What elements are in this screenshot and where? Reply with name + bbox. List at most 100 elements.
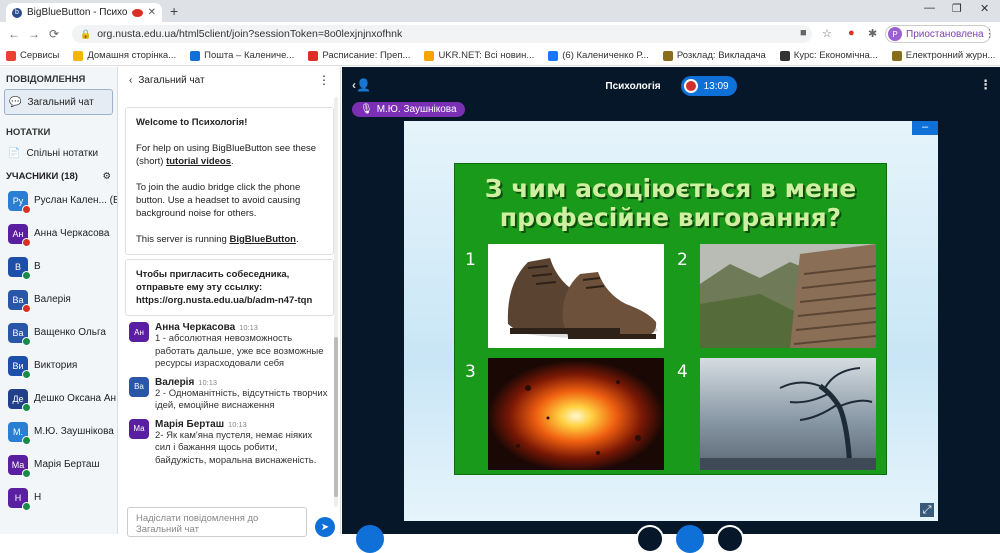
bookmark-item[interactable]: Електронний журн... <box>891 50 995 61</box>
bookmark-favicon-icon <box>73 50 84 61</box>
user-list-item[interactable]: Де Дешко Оксана Ан... <box>0 382 117 415</box>
chat-message: Ан Анна Черкасова 10:13 1 - абсолютная нево… <box>119 316 340 371</box>
forward-icon[interactable]: → <box>24 27 44 41</box>
chat-message-input[interactable]: Надіслати повідомлення до Загальний чат <box>127 507 307 537</box>
public-chat-label: Загальний чат <box>27 96 94 108</box>
invite-text: Чтобы пригласить собеседника, отправьте … <box>136 269 290 293</box>
bookmark-item[interactable]: Пошта – Каленичe... <box>190 50 294 61</box>
audio-status-icon <box>22 501 31 511</box>
user-name: Н <box>34 492 42 503</box>
users-count: УЧАСНИКИ (18) <box>6 171 78 182</box>
user-name: В <box>34 261 41 272</box>
bookmark-item[interactable]: (6) Калениченко Р... <box>548 50 649 61</box>
user-initials: Ру <box>12 195 24 206</box>
slide-title-line2: професійне вигорання? <box>499 203 842 232</box>
chat-title[interactable]: Загальний чат <box>138 75 204 86</box>
chat-scrollbar[interactable] <box>334 97 338 507</box>
welcome-message: Welcome to Психологія! For help on using… <box>125 107 334 255</box>
hide-chat-chevron-icon[interactable]: ‹ <box>129 75 132 86</box>
bookmark-label: (6) Калениченко Р... <box>562 50 649 61</box>
back-icon[interactable]: ← <box>4 27 24 41</box>
user-list-item[interactable]: Ви Виктория <box>0 349 117 382</box>
user-name: Ващенко Ольга <box>34 327 106 338</box>
bookmark-item[interactable]: Сервисы <box>6 50 59 61</box>
bookmark-item[interactable]: Расписание: Преп... <box>308 50 410 61</box>
audio-button[interactable] <box>676 525 704 553</box>
user-list-item[interactable]: Ма Марія Берташ <box>0 448 117 481</box>
invite-message: Чтобы пригласить собеседника, отправьте … <box>125 259 334 316</box>
minimize-window-button[interactable]: — <box>924 2 935 14</box>
user-list-item[interactable]: Ру Руслан Кален... (Ви) <box>0 184 117 217</box>
bookmarks-bar: Сервисы Домашня сторінка... Пошта – Калени… <box>0 46 1000 66</box>
message-avatar: Ва <box>129 376 149 397</box>
message-avatar: Ма <box>129 418 149 439</box>
actions-button[interactable] <box>356 525 384 553</box>
audio-status-icon <box>22 204 31 214</box>
bookmark-item[interactable]: UKR.NET: Всі новин... <box>424 50 534 61</box>
shared-notes-label: Спільні нотатки <box>26 148 99 159</box>
user-initials: В <box>14 261 21 272</box>
fullscreen-icon[interactable]: ⤢ <box>920 503 934 517</box>
chat-message: Ма Марія Берташ 10:13 2- Як кам'яна пустеля… <box>119 413 340 468</box>
bookmark-item[interactable]: Курс: Економічна... <box>779 50 878 61</box>
messages-section-header: ПОВІДОМЛЕННЯ <box>6 74 86 85</box>
slide-title-line1: З чим асоціюється в мене <box>484 174 857 203</box>
presentation-slide-container: – З чим асоціюється в мене професійне ви… <box>404 121 938 521</box>
user-list-item[interactable]: ВВ <box>0 250 117 283</box>
profile-button[interactable]: P Приостановлена <box>885 25 991 43</box>
minimize-presentation-button[interactable]: – <box>912 121 938 135</box>
public-chat-item[interactable]: 💬 Загальний чат <box>4 89 113 115</box>
audio-status-icon <box>22 237 31 247</box>
reload-icon[interactable]: ⟳ <box>44 27 64 41</box>
message-text: 2 - Одноманітність, відсутність творчих … <box>155 387 328 412</box>
options-menu-icon[interactable]: ⋮ <box>979 77 992 93</box>
send-message-button[interactable]: ➤ <box>315 517 335 537</box>
bookmark-favicon-icon <box>424 50 435 61</box>
new-tab-button[interactable]: + <box>170 3 178 19</box>
invite-link[interactable]: https://org.nusta.edu.ua/b/adm-n47-tqn <box>136 294 323 307</box>
user-list-item[interactable]: Ан Анна Черкасова <box>0 217 117 250</box>
audio-status-icon <box>22 369 31 379</box>
shared-notes-item[interactable]: 📄 Спільні нотатки <box>0 142 117 165</box>
toggle-userlist-icon[interactable]: ‹👤 <box>352 78 371 92</box>
close-window-button[interactable]: ✕ <box>980 2 989 15</box>
user-avatar: Ру <box>8 190 31 214</box>
presentation-area: ‹👤 Психологія 13:09 ⋮ 🎙 М.Ю. Заушнікова … <box>342 67 1000 553</box>
bigbluebutton-link[interactable]: BigBlueButton <box>229 234 296 245</box>
bookmark-favicon-icon <box>308 50 319 61</box>
address-bar[interactable]: 🔒 org.nusta.edu.ua/html5client/join?sess… <box>72 25 812 43</box>
user-list-item[interactable]: НН <box>0 481 117 514</box>
camera-button[interactable] <box>716 525 744 553</box>
browser-tab[interactable]: b BigBlueButton - Психологія ✕ <box>6 3 162 22</box>
bookmark-star-icon[interactable]: ☆ <box>822 27 832 40</box>
user-list: РуРуслан Кален... (Ви)АнАнна ЧеркасоваВВ… <box>0 184 117 514</box>
user-initials: Ма <box>11 459 25 470</box>
settings-gear-icon[interactable]: ⚙ <box>102 171 111 182</box>
bookmark-item[interactable]: Домашня сторінка... <box>73 50 176 61</box>
browser-menu-icon[interactable]: ⋮ <box>984 27 995 40</box>
chat-options-icon[interactable]: ⋮ <box>318 73 330 87</box>
close-tab-icon[interactable]: ✕ <box>148 7 156 18</box>
recording-button[interactable]: 13:09 <box>680 76 737 96</box>
audio-status-icon <box>22 303 31 313</box>
bookmark-label: Расписание: Преп... <box>322 50 411 61</box>
user-name: Руслан Кален... (Ви) <box>34 195 117 206</box>
extension-icon[interactable]: ● <box>848 27 855 39</box>
user-list-item[interactable]: Ва Ващенко Ольга <box>0 316 117 349</box>
user-initials: Де <box>12 393 24 404</box>
chat-scrollbar-thumb[interactable] <box>334 337 338 497</box>
tutorial-videos-link[interactable]: tutorial videos <box>166 156 231 167</box>
bookmark-label: Домашня сторінка... <box>87 50 177 61</box>
microphone-button[interactable] <box>636 525 664 553</box>
camera-icon[interactable]: ■ <box>800 27 807 39</box>
recording-indicator-icon <box>131 8 143 17</box>
user-list-item[interactable]: Ва Валерія <box>0 283 117 316</box>
extensions-puzzle-icon[interactable]: ✱ <box>868 27 877 40</box>
talking-indicator[interactable]: 🎙 М.Ю. Заушнікова <box>352 102 465 117</box>
presentation-top-bar: ‹👤 Психологія 13:09 ⋮ <box>342 67 1000 105</box>
user-list-sidebar: ПОВІДОМЛЕННЯ 💬 Загальний чат НОТАТКИ 📄 С… <box>0 67 118 534</box>
user-list-item[interactable]: М. М.Ю. Заушнікова <box>0 415 117 448</box>
maximize-window-button[interactable]: ❐ <box>952 2 962 15</box>
welcome-prefix: Welcome to <box>136 117 192 128</box>
bookmark-item[interactable]: Розклад: Викладача <box>662 50 766 61</box>
